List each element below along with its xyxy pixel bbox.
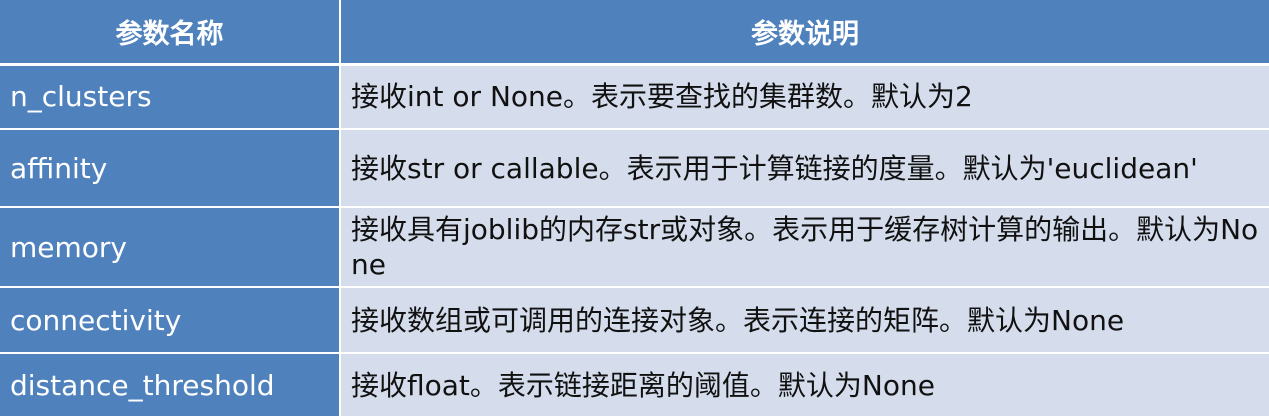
header-param-description: 参数说明: [340, 0, 1269, 66]
table-row: connectivity 接收数组或可调用的连接对象。表示连接的矩阵。默认为No…: [0, 287, 1269, 354]
table-row: n_clusters 接收int or None。表示要查找的集群数。默认为2: [0, 64, 1269, 130]
table-row: affinity 接收str or callable。表示用于计算链接的度量。默…: [0, 129, 1269, 208]
table-row: memory 接收具有joblib的内存str或对象。表示用于缓存树计算的输出。…: [0, 207, 1269, 288]
param-name-cell: affinity: [0, 129, 341, 208]
table-header: 参数名称 参数说明: [0, 0, 1269, 66]
param-description-cell: 接收具有joblib的内存str或对象。表示用于缓存树计算的输出。默认为None: [340, 207, 1269, 288]
param-name-cell: memory: [0, 207, 341, 288]
param-name-cell: connectivity: [0, 287, 341, 354]
param-name-cell: distance_threshold: [0, 353, 341, 417]
param-description-cell: 接收float。表示链接距离的阈值。默认为None: [340, 353, 1269, 417]
header-row: 参数名称 参数说明: [0, 0, 1269, 66]
header-param-name: 参数名称: [0, 0, 341, 66]
parameter-table-container: 参数名称 参数说明 n_clusters 接收int or None。表示要查找…: [0, 0, 1269, 417]
param-description-cell: 接收数组或可调用的连接对象。表示连接的矩阵。默认为None: [340, 287, 1269, 354]
table-row: distance_threshold 接收float。表示链接距离的阈值。默认为…: [0, 353, 1269, 417]
parameter-table: 参数名称 参数说明 n_clusters 接收int or None。表示要查找…: [0, 0, 1269, 417]
param-description-cell: 接收int or None。表示要查找的集群数。默认为2: [340, 64, 1269, 130]
table-body: n_clusters 接收int or None。表示要查找的集群数。默认为2 …: [0, 64, 1269, 417]
param-name-cell: n_clusters: [0, 64, 341, 130]
param-description-cell: 接收str or callable。表示用于计算链接的度量。默认为'euclid…: [340, 129, 1269, 208]
